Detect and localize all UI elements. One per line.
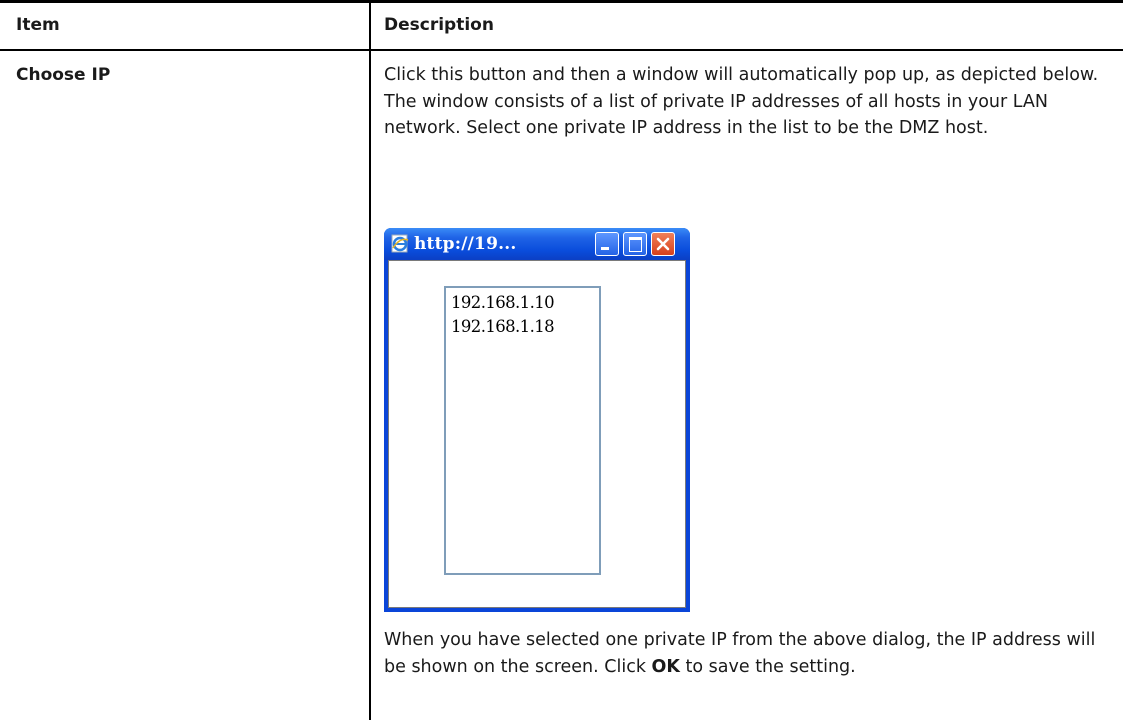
close-icon xyxy=(656,237,670,251)
description-paragraph-2-end: to save the setting. xyxy=(679,656,856,677)
popup-client-area: 192.168.1.10 192.168.1.18 xyxy=(388,260,686,608)
close-button[interactable] xyxy=(651,232,675,256)
description-paragraph-2: When you have selected one private IP fr… xyxy=(384,627,1110,680)
table-column-divider xyxy=(369,3,371,720)
item-choose-ip: Choose IP xyxy=(16,65,111,85)
table-top-border xyxy=(0,0,1123,3)
header-item: Item xyxy=(16,15,60,35)
table-header-divider xyxy=(0,49,1123,51)
popup-title: http://19... xyxy=(414,234,517,254)
minimize-button[interactable] xyxy=(595,232,619,256)
ok-emphasis: OK xyxy=(651,656,680,677)
ip-option[interactable]: 192.168.1.10 xyxy=(451,291,599,315)
description-paragraph-1: Click this button and then a window will… xyxy=(384,65,1099,138)
internet-explorer-icon xyxy=(391,234,409,253)
ip-address-listbox[interactable]: 192.168.1.10 192.168.1.18 xyxy=(444,286,601,575)
popup-title-bar[interactable]: http://19... xyxy=(384,228,690,260)
ip-option[interactable]: 192.168.1.18 xyxy=(451,315,599,339)
maximize-button[interactable] xyxy=(623,232,647,256)
ip-chooser-popup-window: http://19... 192.168.1.10 192.168.1.18 xyxy=(384,228,690,612)
item-description-table: Item Description Choose IP Click this bu… xyxy=(0,0,1123,720)
header-description: Description xyxy=(384,15,494,35)
